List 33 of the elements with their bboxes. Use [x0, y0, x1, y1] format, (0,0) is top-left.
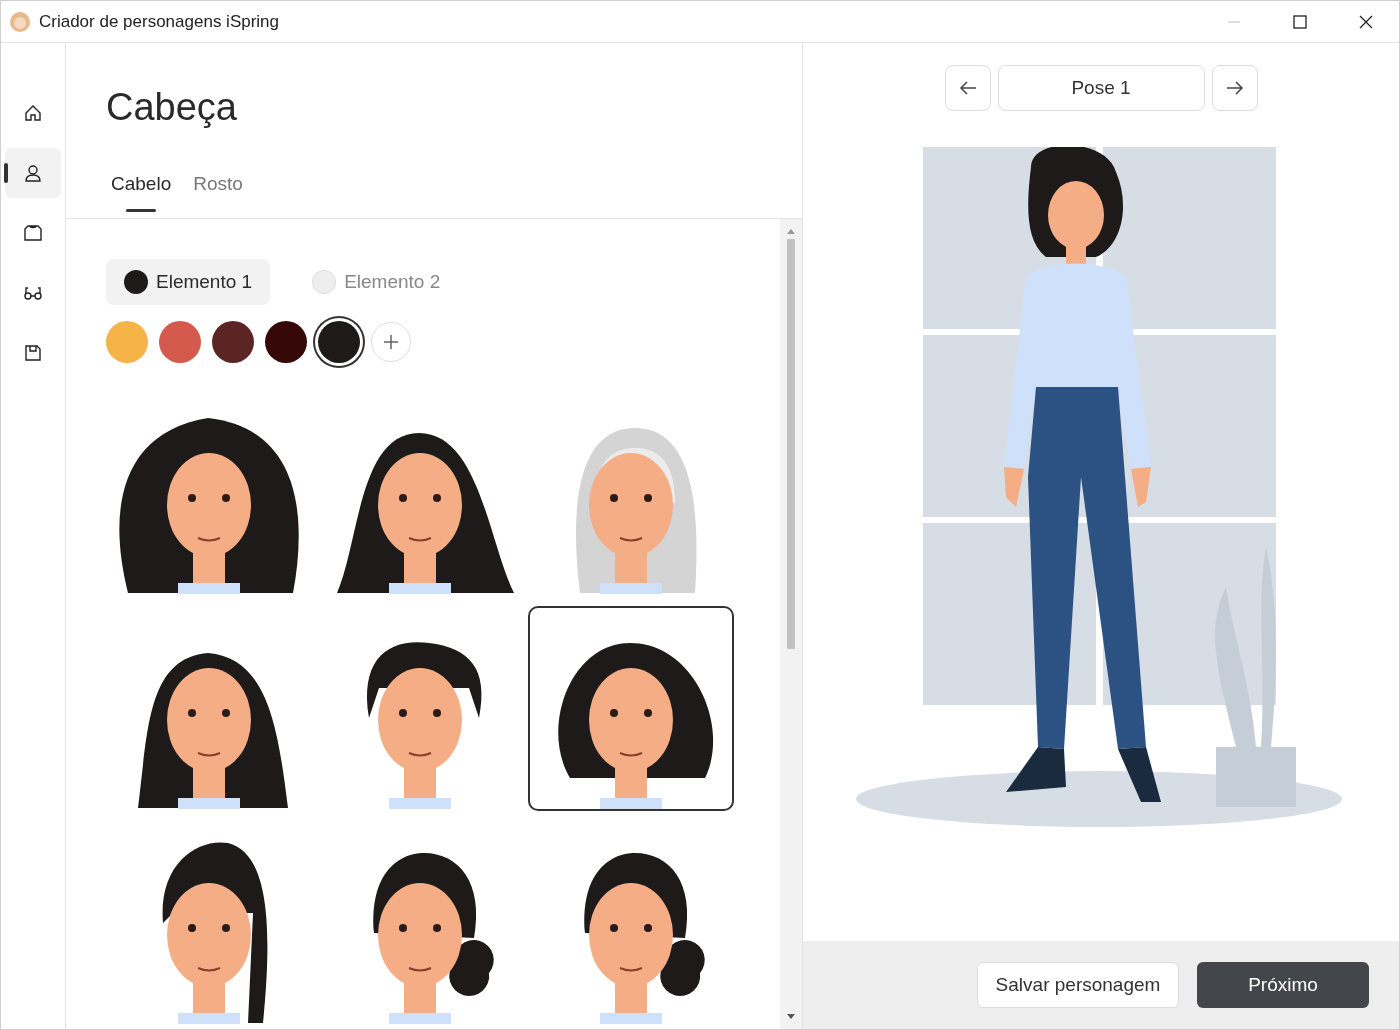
- save-icon: [23, 343, 43, 363]
- element-tab[interactable]: Elemento 1: [106, 258, 271, 305]
- scroll-down-icon[interactable]: [786, 1013, 796, 1021]
- plus-icon: [383, 333, 399, 350]
- previous-pose-button[interactable]: [944, 65, 991, 111]
- next-pose-button[interactable]: [1211, 65, 1258, 111]
- minimize-icon: [1227, 20, 1241, 23]
- maximize-icon: [1293, 14, 1307, 29]
- color-swatch[interactable]: [159, 320, 201, 363]
- add-color-button[interactable]: [371, 321, 411, 362]
- tab[interactable]: Rosto: [186, 162, 250, 212]
- element-label: Elemento 2: [344, 269, 441, 294]
- element-tab[interactable]: Elemento 2: [294, 258, 459, 305]
- element-label: Elemento 1: [156, 269, 253, 294]
- right-arrow-icon: [1225, 81, 1244, 95]
- close-icon: [1359, 14, 1373, 29]
- shirt-icon: [23, 223, 43, 243]
- scrollbar[interactable]: [780, 218, 802, 1029]
- tab[interactable]: Cabelo: [104, 162, 179, 212]
- color-swatch[interactable]: [106, 320, 148, 363]
- scrollbar-thumb[interactable]: [787, 238, 795, 649]
- next-button[interactable]: Próximo: [1197, 962, 1369, 1008]
- color-swatch[interactable]: [212, 320, 254, 363]
- person-icon: [23, 163, 43, 183]
- window-title: Criador de personagens iSpring: [39, 10, 280, 33]
- home-icon: [23, 103, 43, 123]
- section-title: Cabeça: [106, 87, 238, 129]
- save-character-button[interactable]: Salvar personagem: [977, 962, 1179, 1008]
- sidebar-item[interactable]: [5, 148, 61, 198]
- left-arrow-icon: [958, 81, 977, 95]
- app-logo-icon: [9, 10, 31, 33]
- color-swatch[interactable]: [265, 320, 307, 363]
- pose-selector[interactable]: Pose 1: [997, 65, 1205, 111]
